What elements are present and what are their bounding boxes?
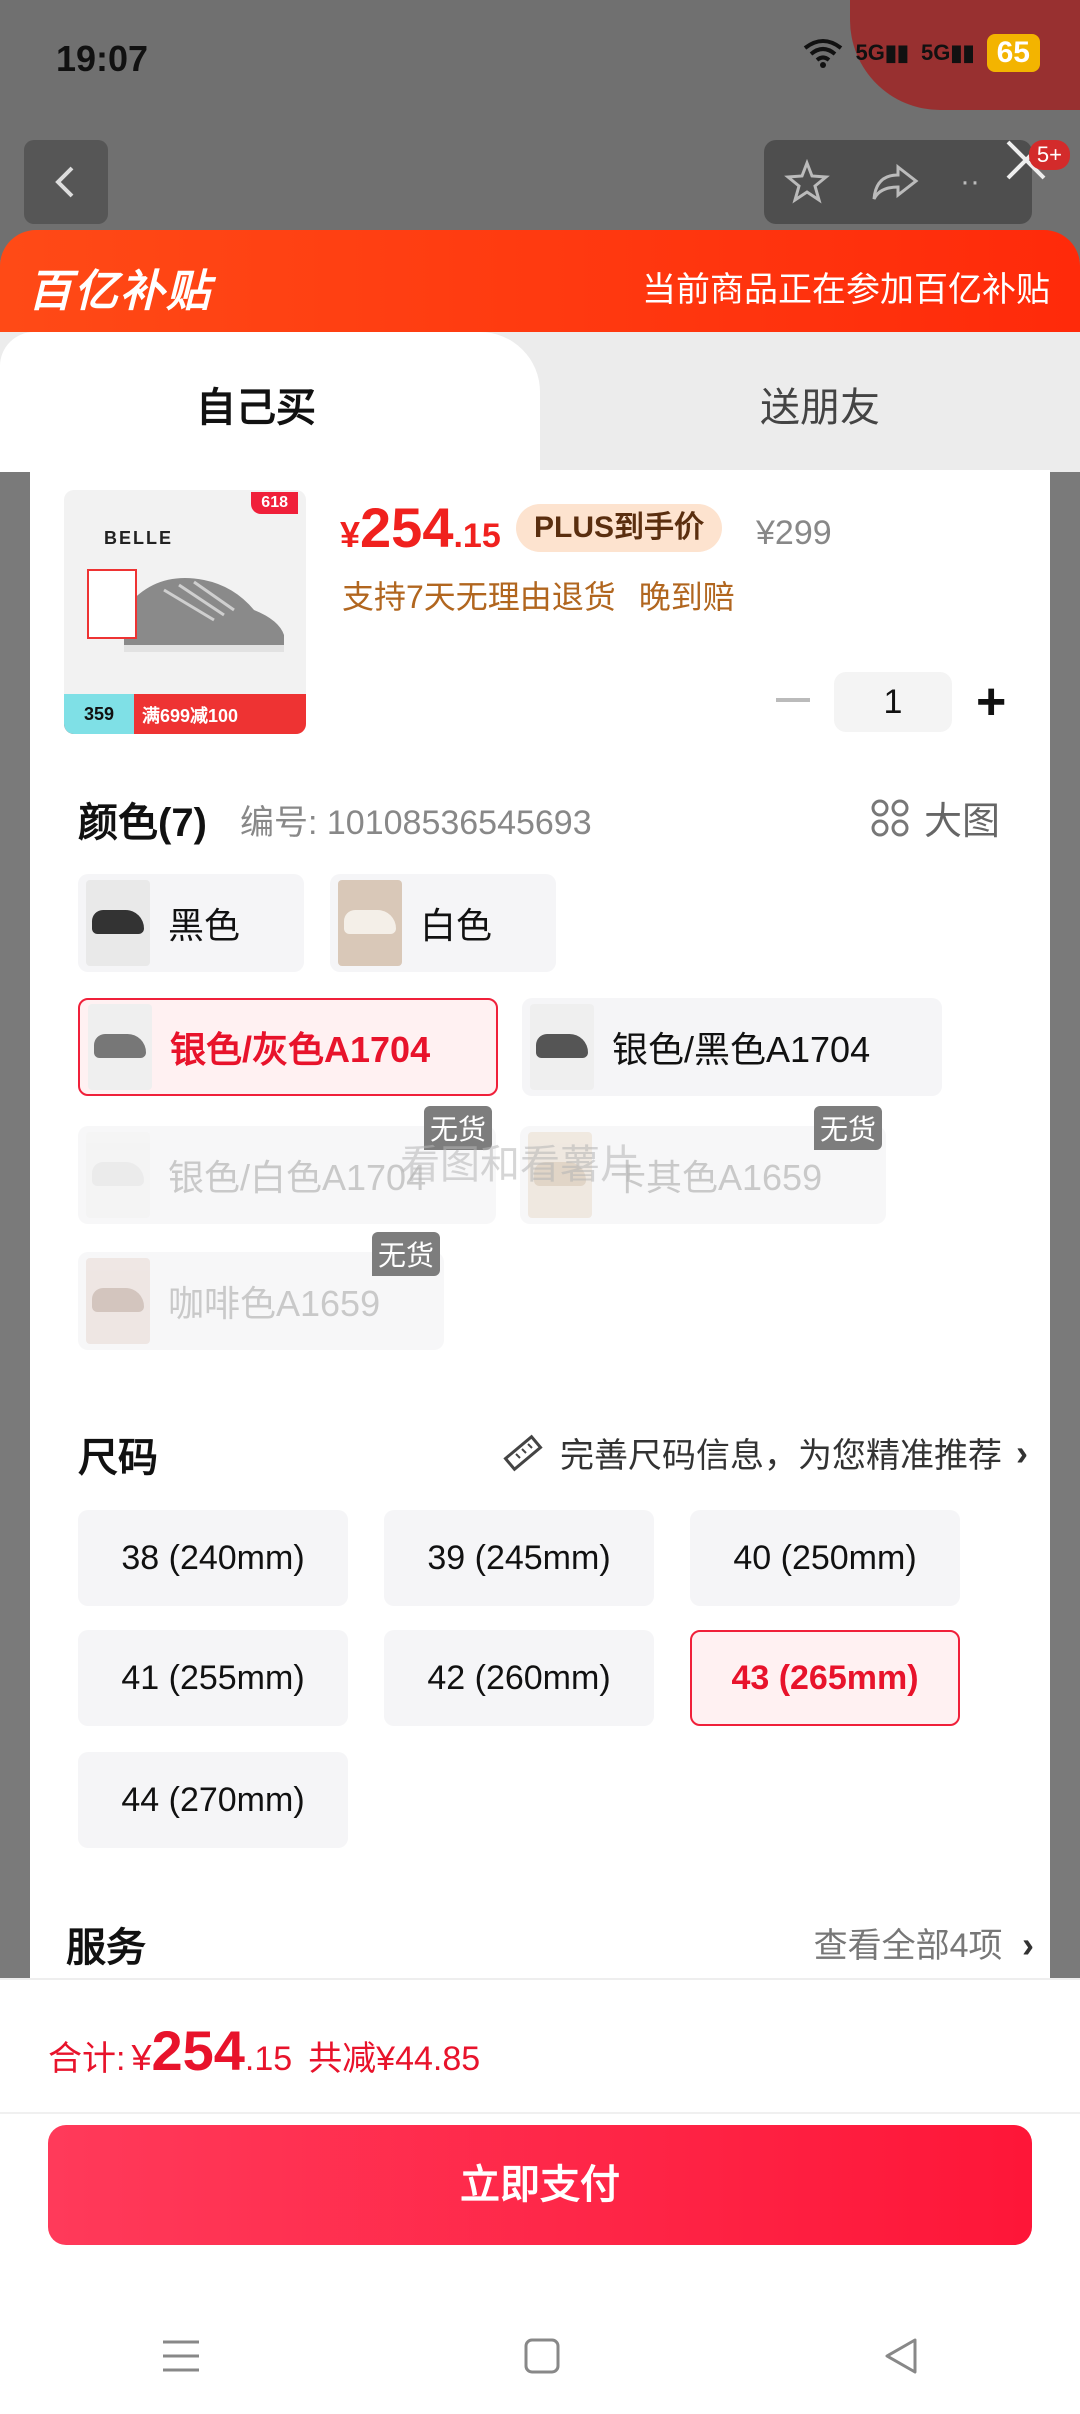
big-picture-label: 大图 [923, 801, 1000, 843]
chevron-left-icon [55, 166, 74, 198]
cart-count-badge: 5+ [1028, 140, 1070, 170]
size-option[interactable]: 38 (240mm) [78, 1510, 348, 1606]
color-thumb [88, 1004, 152, 1090]
color-thumb [530, 1004, 594, 1090]
order-total: 合计: ¥ 254 .15 共减¥44.85 [48, 2018, 480, 2083]
size-section-title: 尺码 [78, 1436, 158, 1480]
color-option-label: 银色/灰色A1704 [170, 1029, 431, 1070]
quantity-input[interactable]: 1 [834, 672, 952, 732]
brand-logo: BELLE [104, 528, 174, 548]
battery-level: 65 [986, 34, 1040, 72]
size-option[interactable]: 42 (260mm) [384, 1630, 654, 1726]
menu-icon[interactable] [159, 2336, 203, 2376]
quantity-decrease-button[interactable] [776, 698, 810, 702]
big-picture-button[interactable]: 大图 [870, 790, 1000, 845]
color-option-black[interactable]: 黑色 [78, 874, 304, 972]
thumb-deal: 满699减100 [142, 706, 239, 726]
pay-now-button[interactable]: 立即支付 [48, 2125, 1032, 2245]
network-label-2: 5G [921, 40, 951, 65]
original-price: ¥299 [756, 514, 832, 552]
status-time: 19:07 [56, 38, 149, 79]
plus-price-badge: PLUS到手价 [516, 504, 723, 552]
service-section-title: 服务 [66, 1926, 146, 1970]
color-option-label: 卡其色A1659 [610, 1157, 823, 1198]
promo-text: 支持7天无理由退货 晚到赔 [342, 572, 735, 618]
network-label-1: 5G [855, 40, 885, 65]
share-icon[interactable] [870, 159, 920, 205]
back-button[interactable] [24, 140, 108, 224]
thumb-618-tag: 618 [251, 492, 298, 514]
status-icons: 5G▮▮ 5G▮▮ 65 [803, 34, 1040, 72]
shoe-image [87, 569, 284, 652]
subsidy-logo: 百亿补贴 [28, 267, 212, 316]
ruler-icon [503, 1434, 543, 1471]
system-nav-bar [0, 2300, 1080, 2412]
back-icon[interactable] [881, 2336, 921, 2376]
price: ¥ 254 .15 [340, 495, 501, 560]
top-action-pill: ·· [764, 140, 1032, 224]
chevron-right-icon: › [1022, 1924, 1034, 1965]
signal-icon: 5G▮▮ [855, 40, 910, 65]
subsidy-message: 当前商品正在参加百亿补贴 [642, 271, 1050, 309]
star-icon[interactable] [784, 159, 830, 205]
no-stock-badge: 无货 [814, 1106, 883, 1150]
tab-gift-friend[interactable]: 送朋友 [760, 375, 880, 433]
total-decimal: .15 [244, 2040, 293, 2078]
thumb-price-strip: 359 满699减100 [64, 694, 306, 734]
color-option-label: 白色 [420, 905, 493, 946]
home-icon[interactable] [522, 2336, 562, 2376]
total-symbol: ¥ [131, 2037, 152, 2078]
size-tip-label: 完善尺码信息，为您精准推荐 [560, 1437, 1002, 1475]
tab-self-buy[interactable]: 自己买 [196, 375, 316, 433]
color-thumb [86, 880, 150, 966]
price-decimal: .15 [453, 517, 501, 555]
color-thumb [86, 1132, 150, 1218]
return-policy: 支持7天无理由退货 [342, 579, 616, 615]
late-compensation: 晚到赔 [638, 579, 735, 615]
size-recommend-link[interactable]: 完善尺码信息，为您精准推荐 › [500, 1428, 1028, 1477]
color-section-title: 颜色(7) [78, 801, 207, 845]
color-option-silver-gray[interactable]: 银色/灰色A1704 [78, 998, 498, 1096]
quantity-increase-button[interactable]: + [976, 676, 1006, 728]
color-option-label: 银色/白色A1704 [168, 1157, 427, 1198]
thumb-price: 359 [64, 694, 134, 734]
size-option-selected[interactable]: 43 (265mm) [690, 1630, 960, 1726]
watermark-text: 看图和看薯片 [400, 1143, 640, 1187]
more-icon[interactable]: ·· [960, 165, 980, 199]
sku-number: 编号: 10108536545693 [240, 804, 592, 842]
size-option[interactable]: 44 (270mm) [78, 1752, 348, 1848]
total-label: 合计: [48, 2040, 126, 2078]
divider [0, 2112, 1080, 2114]
color-option-label: 咖啡色A1659 [168, 1283, 381, 1324]
total-integer: 254 [151, 2019, 245, 2082]
no-stock-badge: 无货 [372, 1232, 441, 1276]
signal-icon-2: 5G▮▮ [921, 40, 975, 65]
color-option-label: 黑色 [168, 905, 241, 946]
total-discount: 共减¥44.85 [308, 2040, 481, 2078]
price-symbol: ¥ [340, 514, 361, 555]
color-thumb [86, 1258, 150, 1344]
color-option-white[interactable]: 白色 [330, 874, 556, 972]
color-option-silver-black[interactable]: 银色/黑色A1704 [522, 998, 942, 1096]
size-option[interactable]: 39 (245mm) [384, 1510, 654, 1606]
chevron-right-icon: › [1016, 1431, 1028, 1473]
service-link-label: 查看全部4项 [813, 1927, 1003, 1965]
color-option-label: 银色/黑色A1704 [612, 1029, 871, 1070]
wifi-icon [804, 39, 843, 68]
color-thumb [338, 880, 402, 966]
product-image[interactable]: 618 BELLE 359 满699减100 [64, 490, 306, 734]
service-view-all-link[interactable]: 查看全部4项 › [814, 1918, 1034, 1967]
size-option[interactable]: 40 (250mm) [690, 1510, 960, 1606]
size-option[interactable]: 41 (255mm) [78, 1630, 348, 1726]
price-integer: 254 [360, 496, 454, 559]
grid-icon [871, 799, 909, 836]
